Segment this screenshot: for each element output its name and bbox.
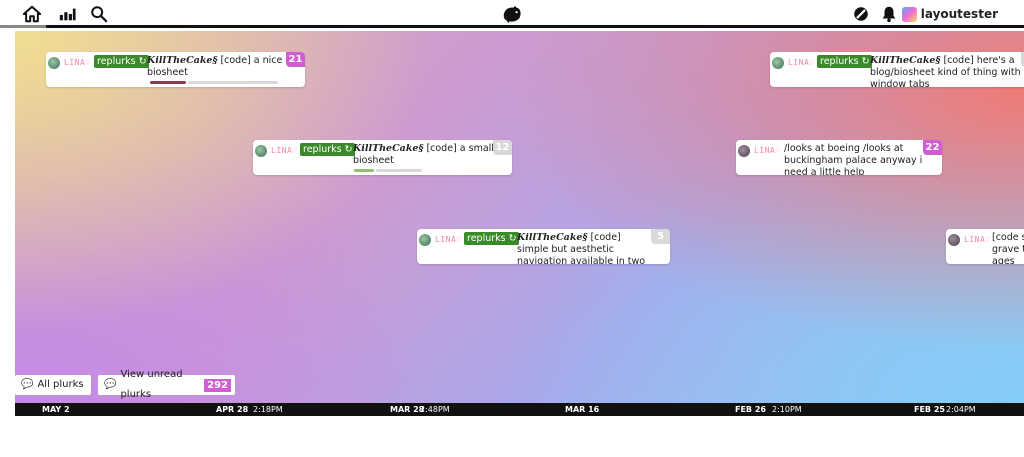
plurk-author[interactable]: KillTheCake§	[353, 143, 423, 154]
timeline-time-label: 2:04PM	[946, 405, 976, 414]
plurk-user-name[interactable]: LINA♡	[788, 58, 815, 67]
timeline-date-label: MAR 16	[565, 405, 600, 414]
plurk-card[interactable]: LINA♡ replurks ↻ KillTheCake§ [code] a s…	[253, 140, 512, 175]
top-navigation-bar: layoutester	[0, 0, 1024, 28]
plurk-content: KillTheCake§ [code] a small biosheet	[353, 143, 494, 166]
timeline-date-label: FEB 26	[735, 405, 766, 414]
avatar	[901, 6, 917, 22]
no-entry-icon[interactable]	[851, 4, 871, 24]
plurk-card[interactable]: LINA♡ replurks ↻ KillTheCake§ [code] sim…	[417, 229, 670, 264]
response-count-badge[interactable]: 5	[651, 229, 670, 244]
preview-strip	[354, 169, 374, 172]
timeline-time-label: 2:48PM	[420, 405, 450, 414]
view-unread-plurks-button[interactable]: 💬 View unread plurks 292	[98, 369, 235, 400]
plurk-author[interactable]: KillTheCake§	[517, 232, 587, 243]
bell-icon[interactable]	[879, 4, 899, 24]
bar-chart-icon[interactable]	[57, 4, 77, 24]
plurk-card[interactable]: LINA♡ replurks ↻ KillTheCake§ [code] her…	[770, 52, 1024, 87]
timeline-time-label: 2:18PM	[253, 405, 283, 414]
response-count-badge[interactable]: 12	[493, 140, 512, 155]
plurk-card[interactable]: LINA♡ replurks ↻ KillTheCake§ [code] a n…	[46, 52, 305, 87]
plurk-content: KillTheCake§ [code] simple but aesthetic…	[517, 232, 646, 264]
plurk-content: KillTheCake§ [code] here's a blog/bioshe…	[870, 55, 1021, 87]
plurk-user-name[interactable]: LINA♡	[271, 146, 298, 155]
preview-strip	[150, 81, 186, 84]
view-unread-label: View unread plurks	[120, 369, 183, 400]
replurks-label[interactable]: replurks ↻	[94, 55, 149, 68]
plurk-card[interactable]: LINA♡ /looks at boeing /looks at bucking…	[736, 140, 942, 175]
preview-strip	[376, 169, 422, 172]
chat-bubbles-icon: 💬	[21, 379, 34, 390]
search-icon[interactable]	[89, 4, 109, 24]
replurks-label[interactable]: replurks ↻	[817, 55, 872, 68]
preview-strip	[188, 81, 278, 84]
plurk-user-name[interactable]: LINA♡	[64, 58, 91, 67]
plurk-content: /looks at boeing /looks at buckingham pa…	[784, 143, 923, 175]
plurk-card[interactable]: LINA♡ [code s grave t ages an	[946, 229, 1024, 264]
all-plurks-button[interactable]: 💬 All plurks	[15, 375, 91, 395]
avatar	[419, 234, 431, 246]
avatar	[772, 57, 784, 69]
timeline-date-label: MAY 2	[42, 405, 70, 414]
avatar	[48, 57, 60, 69]
plurk-user-name[interactable]: LINA♡	[964, 235, 991, 244]
unread-count-badge: 292	[204, 378, 231, 392]
response-count-badge[interactable]: 21	[286, 52, 305, 67]
replurks-label[interactable]: replurks ↻	[464, 232, 519, 245]
plurk-author[interactable]: KillTheCake§	[147, 55, 217, 66]
avatar	[948, 234, 960, 246]
home-icon[interactable]	[22, 4, 42, 24]
plurk-user-name[interactable]: LINA♡	[754, 146, 781, 155]
username: layoutester	[920, 7, 998, 21]
timeline-date-label: APR 28	[216, 405, 249, 414]
timeline-time-bar[interactable]: MAY 2 APR 28 2:18PM MAR 28 2:48PM MAR 16…	[15, 403, 1024, 416]
timeline-date-label: FEB 25	[914, 405, 945, 414]
plurk-content: [code s grave t ages an	[992, 232, 1024, 264]
plurk-logo-icon[interactable]	[500, 4, 524, 24]
top-bar-accent	[0, 25, 46, 28]
timeline-time-label: 2:10PM	[772, 405, 802, 414]
all-plurks-label: All plurks	[37, 379, 84, 390]
plurk-author[interactable]: KillTheCake§	[870, 55, 940, 66]
avatar	[738, 145, 750, 157]
avatar	[255, 145, 267, 157]
user-menu[interactable]: layoutester	[901, 5, 998, 23]
response-count-badge[interactable]: 22	[923, 140, 942, 155]
plurk-user-name[interactable]: LINA♡	[435, 235, 462, 244]
timeline-canvas[interactable]: LINA♡ replurks ↻ KillTheCake§ [code] a n…	[15, 31, 1024, 403]
chat-bubble-icon: 💬	[104, 379, 117, 390]
replurks-label[interactable]: replurks ↻	[300, 143, 355, 156]
